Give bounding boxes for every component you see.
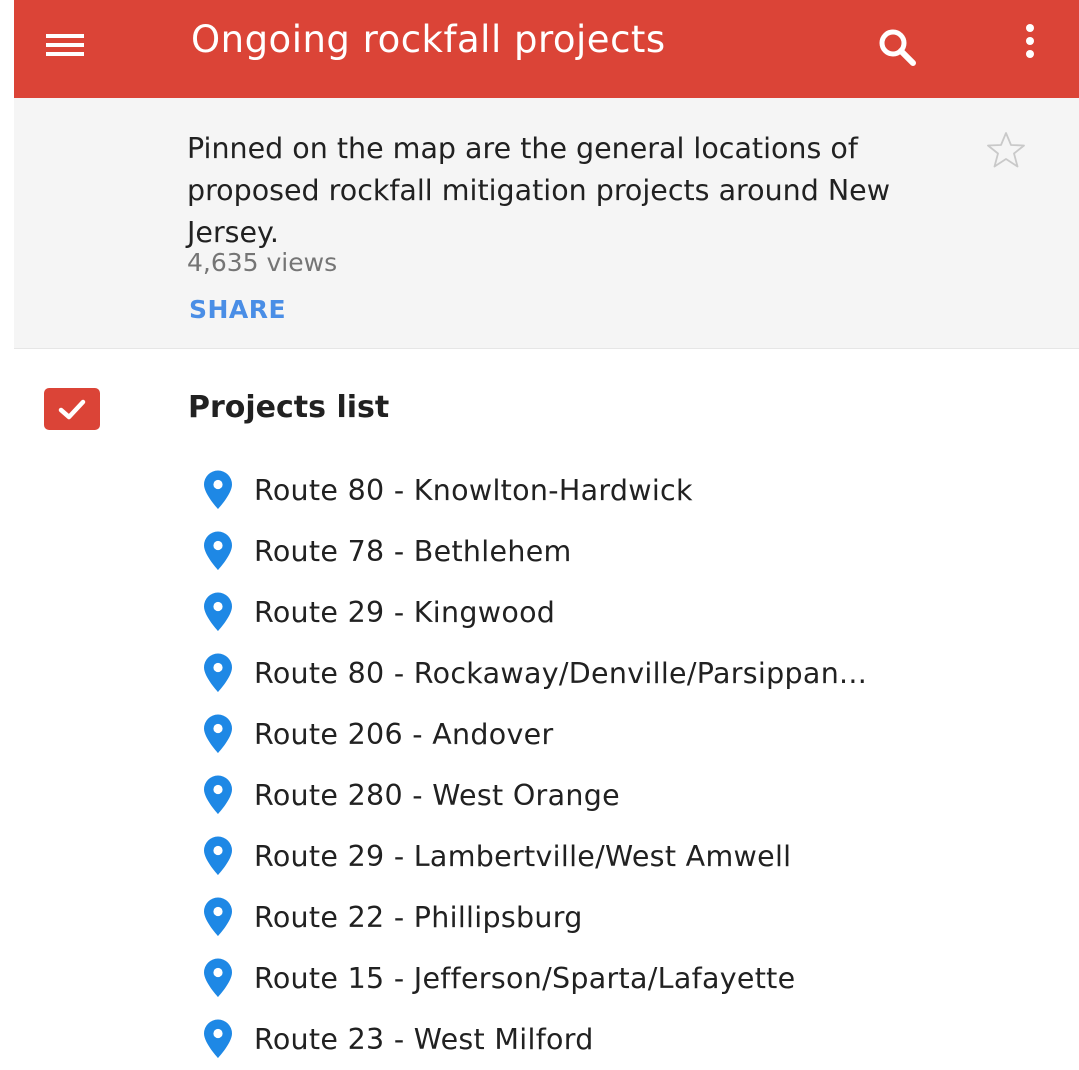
list-item[interactable]: Route 80 - Knowlton-Hardwick <box>196 460 867 521</box>
app-bar: Ongoing rockfall projects <box>14 0 1079 98</box>
project-label: Route 15 - Jefferson/Sparta/Lafayette <box>254 962 796 995</box>
list-item[interactable]: Route 15 - Jefferson/Sparta/Lafayette <box>196 948 867 1009</box>
project-label: Route 80 - Knowlton-Hardwick <box>254 474 693 507</box>
project-label: Route 29 - Lambertville/West Amwell <box>254 840 792 873</box>
list-item[interactable]: Route 80 - Rockaway/Denville/Parsippan..… <box>196 643 867 704</box>
list-item[interactable]: Route 206 - Andover <box>196 704 867 765</box>
list-item[interactable]: Route 29 - Lambertville/West Amwell <box>196 826 867 887</box>
list-item[interactable]: Route 23 - West Milford <box>196 1009 867 1070</box>
star-outline-icon[interactable] <box>982 130 1030 170</box>
map-pin-icon <box>204 531 232 570</box>
map-info-card: Pinned on the map are the general locati… <box>14 98 1079 349</box>
layer-title: Projects list <box>188 390 390 425</box>
project-label: Route 206 - Andover <box>254 718 554 751</box>
left-edge-strip <box>0 0 14 1055</box>
map-pin-icon <box>204 897 232 936</box>
project-label: Route 78 - Bethlehem <box>254 535 572 568</box>
map-pin-icon <box>204 775 232 814</box>
share-button[interactable]: SHARE <box>189 290 286 330</box>
project-label: Route 29 - Kingwood <box>254 596 556 629</box>
project-label: Route 280 - West Orange <box>254 779 620 812</box>
list-item[interactable]: Route 29 - Kingwood <box>196 582 867 643</box>
layer-visibility-checkbox[interactable] <box>44 388 100 430</box>
map-pin-icon <box>204 714 232 753</box>
check-icon <box>58 399 86 420</box>
list-item[interactable]: Route 280 - West Orange <box>196 765 867 826</box>
search-icon[interactable] <box>872 22 924 74</box>
map-pin-icon <box>204 592 232 631</box>
map-pin-icon <box>204 470 232 509</box>
project-list: Route 80 - Knowlton-Hardwick Route 78 - … <box>196 460 867 1070</box>
project-label: Route 80 - Rockaway/Denville/Parsippan..… <box>254 657 868 690</box>
map-pin-icon <box>204 958 232 997</box>
project-label: Route 23 - West Milford <box>254 1023 594 1056</box>
map-pin-icon <box>204 836 232 875</box>
hamburger-menu-icon[interactable] <box>44 28 84 68</box>
page-title: Ongoing rockfall projects <box>191 18 666 61</box>
list-item[interactable]: Route 78 - Bethlehem <box>196 521 867 582</box>
project-label: Route 22 - Phillipsburg <box>254 901 583 934</box>
map-description: Pinned on the map are the general locati… <box>187 132 891 249</box>
more-vert-icon[interactable] <box>1009 18 1049 74</box>
list-item[interactable]: Route 22 - Phillipsburg <box>196 887 867 948</box>
map-pin-icon <box>204 653 232 692</box>
view-count: 4,635 views <box>187 248 338 277</box>
